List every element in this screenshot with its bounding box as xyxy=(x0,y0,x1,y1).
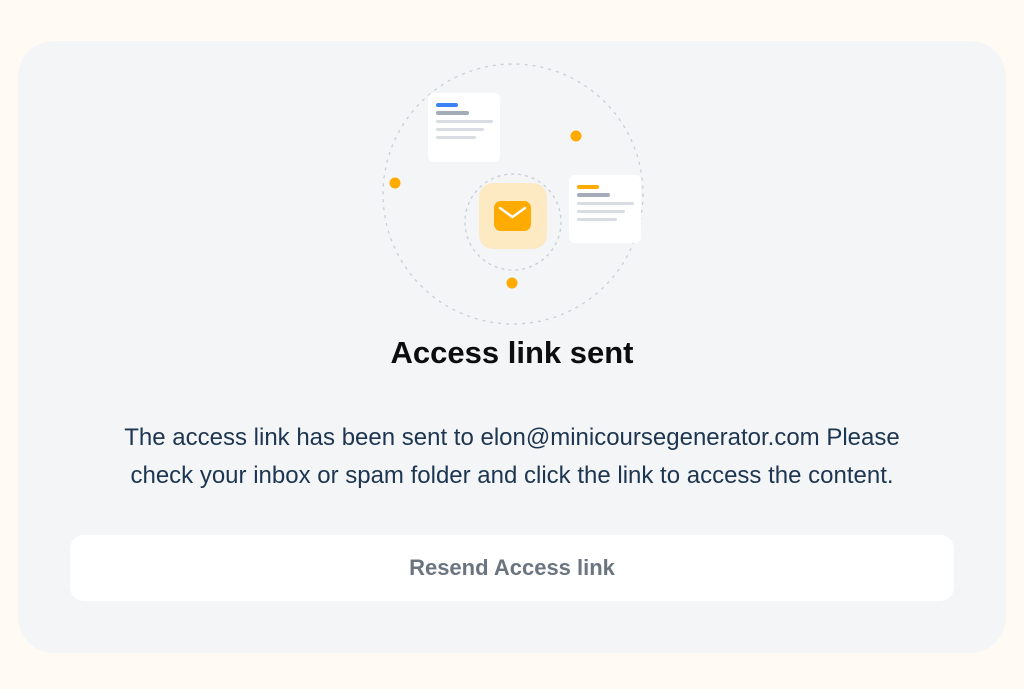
dialog-title: Access link sent xyxy=(390,335,634,370)
message-line: check your inbox or spam folder and clic… xyxy=(130,462,894,489)
document-card-icon xyxy=(569,175,641,243)
orbit-dot xyxy=(506,277,518,289)
dialog-message: The access link has been sent to elon@mi… xyxy=(82,419,942,495)
orbit-dot xyxy=(570,130,582,142)
mail-envelope-icon xyxy=(479,183,547,249)
orbit-dot xyxy=(389,177,401,189)
document-card-icon xyxy=(428,93,500,162)
resend-access-link-button[interactable]: Resend Access link xyxy=(70,535,954,601)
message-line: The access link has been sent to elon@mi… xyxy=(124,424,900,451)
email-sent-illustration xyxy=(363,63,663,325)
